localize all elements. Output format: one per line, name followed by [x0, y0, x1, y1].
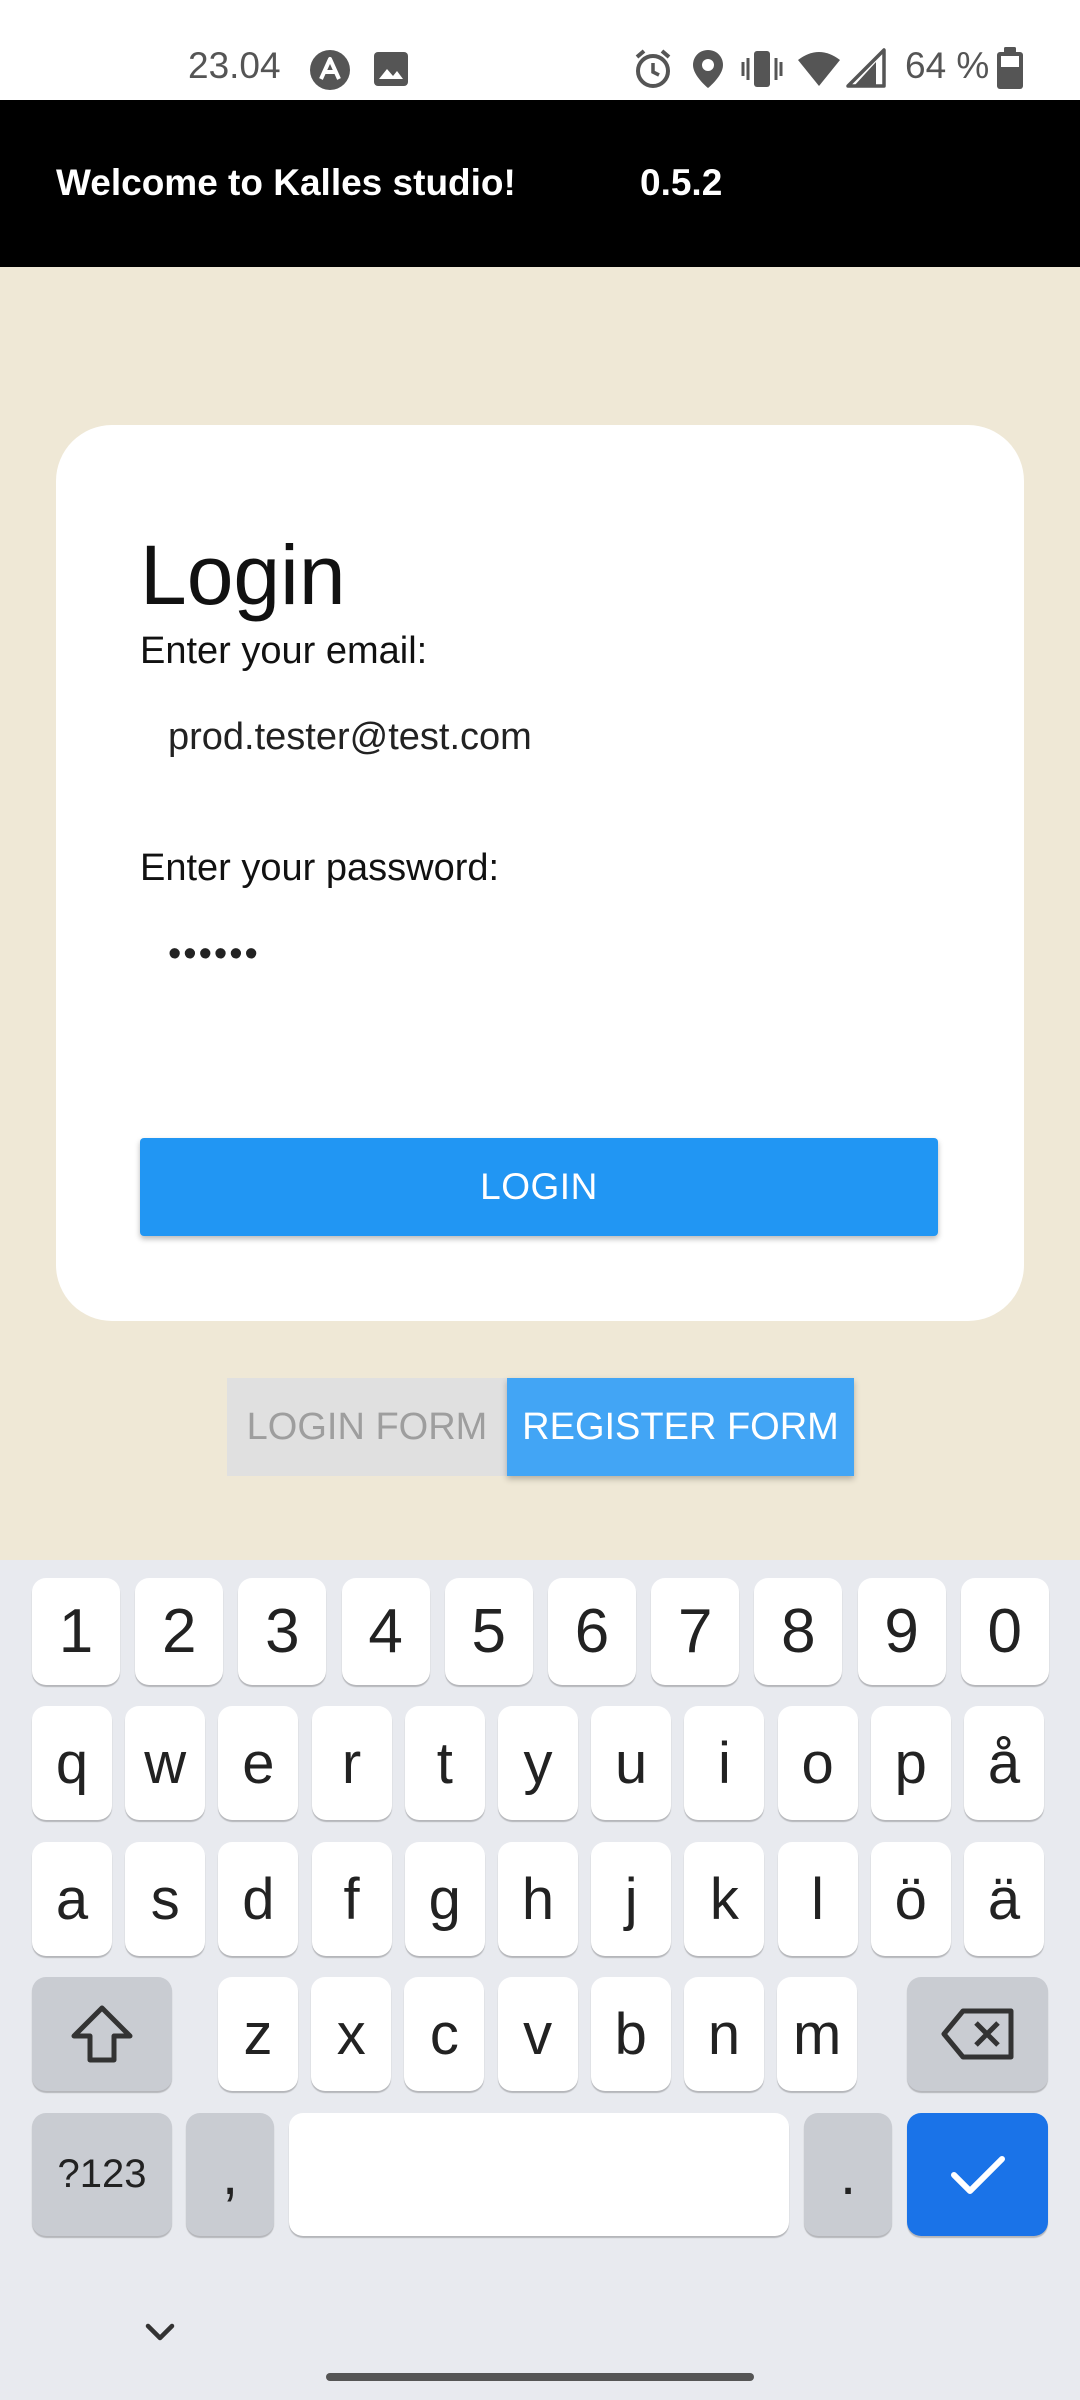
login-button[interactable]: LOGIN [140, 1138, 938, 1236]
signal-icon [846, 48, 886, 88]
key-4[interactable]: 4 [341, 1578, 430, 1685]
key-1[interactable]: 1 [32, 1578, 120, 1685]
alarm-icon [635, 49, 671, 88]
key-ä[interactable]: ä [964, 1842, 1044, 1956]
key-p[interactable]: p [870, 1706, 951, 1820]
login-form-tab[interactable]: LOGIN FORM [227, 1378, 507, 1476]
key-s[interactable]: s [125, 1842, 206, 1956]
status-bar: 23.04 64 % [0, 0, 1080, 100]
key-w[interactable]: w [125, 1706, 206, 1820]
symbols-key[interactable]: ?123 [32, 2113, 172, 2236]
password-field[interactable] [140, 909, 940, 999]
key-z[interactable]: z [218, 1977, 298, 2091]
app-bar: Welcome to Kalles studio! 0.5.2 [0, 100, 1080, 267]
shift-key[interactable] [32, 1977, 172, 2091]
key-c[interactable]: c [404, 1977, 485, 2091]
battery-percent: 64 % [905, 45, 990, 86]
key-3[interactable]: 3 [238, 1578, 327, 1685]
app-version: 0.5.2 [640, 162, 723, 203]
key-ö[interactable]: ö [870, 1842, 951, 1956]
email-field[interactable] [140, 692, 940, 782]
key-7[interactable]: 7 [651, 1578, 740, 1685]
key-n[interactable]: n [684, 1977, 764, 2091]
key-t[interactable]: t [404, 1706, 485, 1820]
image-icon [374, 52, 408, 86]
key-0[interactable]: 0 [960, 1578, 1049, 1685]
wifi-icon [798, 52, 840, 86]
register-form-tab[interactable]: REGISTER FORM [507, 1378, 854, 1476]
key-e[interactable]: e [218, 1706, 299, 1820]
key-q[interactable]: q [32, 1706, 112, 1820]
key-2[interactable]: 2 [135, 1578, 224, 1685]
key-å[interactable]: å [964, 1706, 1044, 1820]
key-i[interactable]: i [684, 1706, 765, 1820]
location-icon [693, 50, 723, 88]
space-key[interactable] [289, 2113, 789, 2236]
vibrate-icon [741, 51, 783, 87]
key-v[interactable]: v [497, 1977, 578, 2091]
backspace-icon [941, 2008, 1013, 2060]
key-x[interactable]: x [311, 1977, 392, 2091]
shift-icon [71, 2005, 133, 2063]
key-6[interactable]: 6 [548, 1578, 636, 1685]
enter-key[interactable] [907, 2113, 1048, 2236]
key-y[interactable]: y [498, 1706, 578, 1820]
login-card: Login Enter your email: Enter your passw… [56, 425, 1024, 1321]
password-label: Enter your password: [140, 847, 500, 889]
key-l[interactable]: l [777, 1842, 858, 1956]
check-icon [950, 2155, 1005, 2194]
key-k[interactable]: k [684, 1842, 765, 1956]
key-8[interactable]: 8 [754, 1578, 843, 1685]
email-label: Enter your email: [140, 630, 428, 672]
soft-keyboard: 1234567890qwertyuiopåasdfghjklöäzxcvbnm … [0, 1560, 1080, 2400]
key-u[interactable]: u [591, 1706, 672, 1820]
status-time: 23.04 [188, 45, 281, 86]
app-a-icon [310, 50, 350, 90]
key-a[interactable]: a [32, 1842, 112, 1956]
key-g[interactable]: g [404, 1842, 485, 1956]
key-9[interactable]: 9 [857, 1578, 946, 1685]
chevron-down-icon[interactable] [140, 2312, 180, 2352]
page-title: Login [140, 528, 346, 622]
key-o[interactable]: o [777, 1706, 858, 1820]
comma-key[interactable]: , [186, 2113, 274, 2236]
navigation-handle[interactable] [326, 2373, 754, 2381]
key-h[interactable]: h [498, 1842, 578, 1956]
period-key[interactable]: . [804, 2113, 892, 2236]
key-m[interactable]: m [777, 1977, 858, 2091]
app-title: Welcome to Kalles studio! [56, 162, 516, 203]
key-5[interactable]: 5 [444, 1578, 533, 1685]
key-f[interactable]: f [311, 1842, 392, 1956]
key-d[interactable]: d [218, 1842, 299, 1956]
backspace-key[interactable] [907, 1977, 1048, 2091]
key-j[interactable]: j [591, 1842, 672, 1956]
battery-icon [997, 47, 1023, 89]
key-r[interactable]: r [311, 1706, 392, 1820]
key-b[interactable]: b [590, 1977, 671, 2091]
